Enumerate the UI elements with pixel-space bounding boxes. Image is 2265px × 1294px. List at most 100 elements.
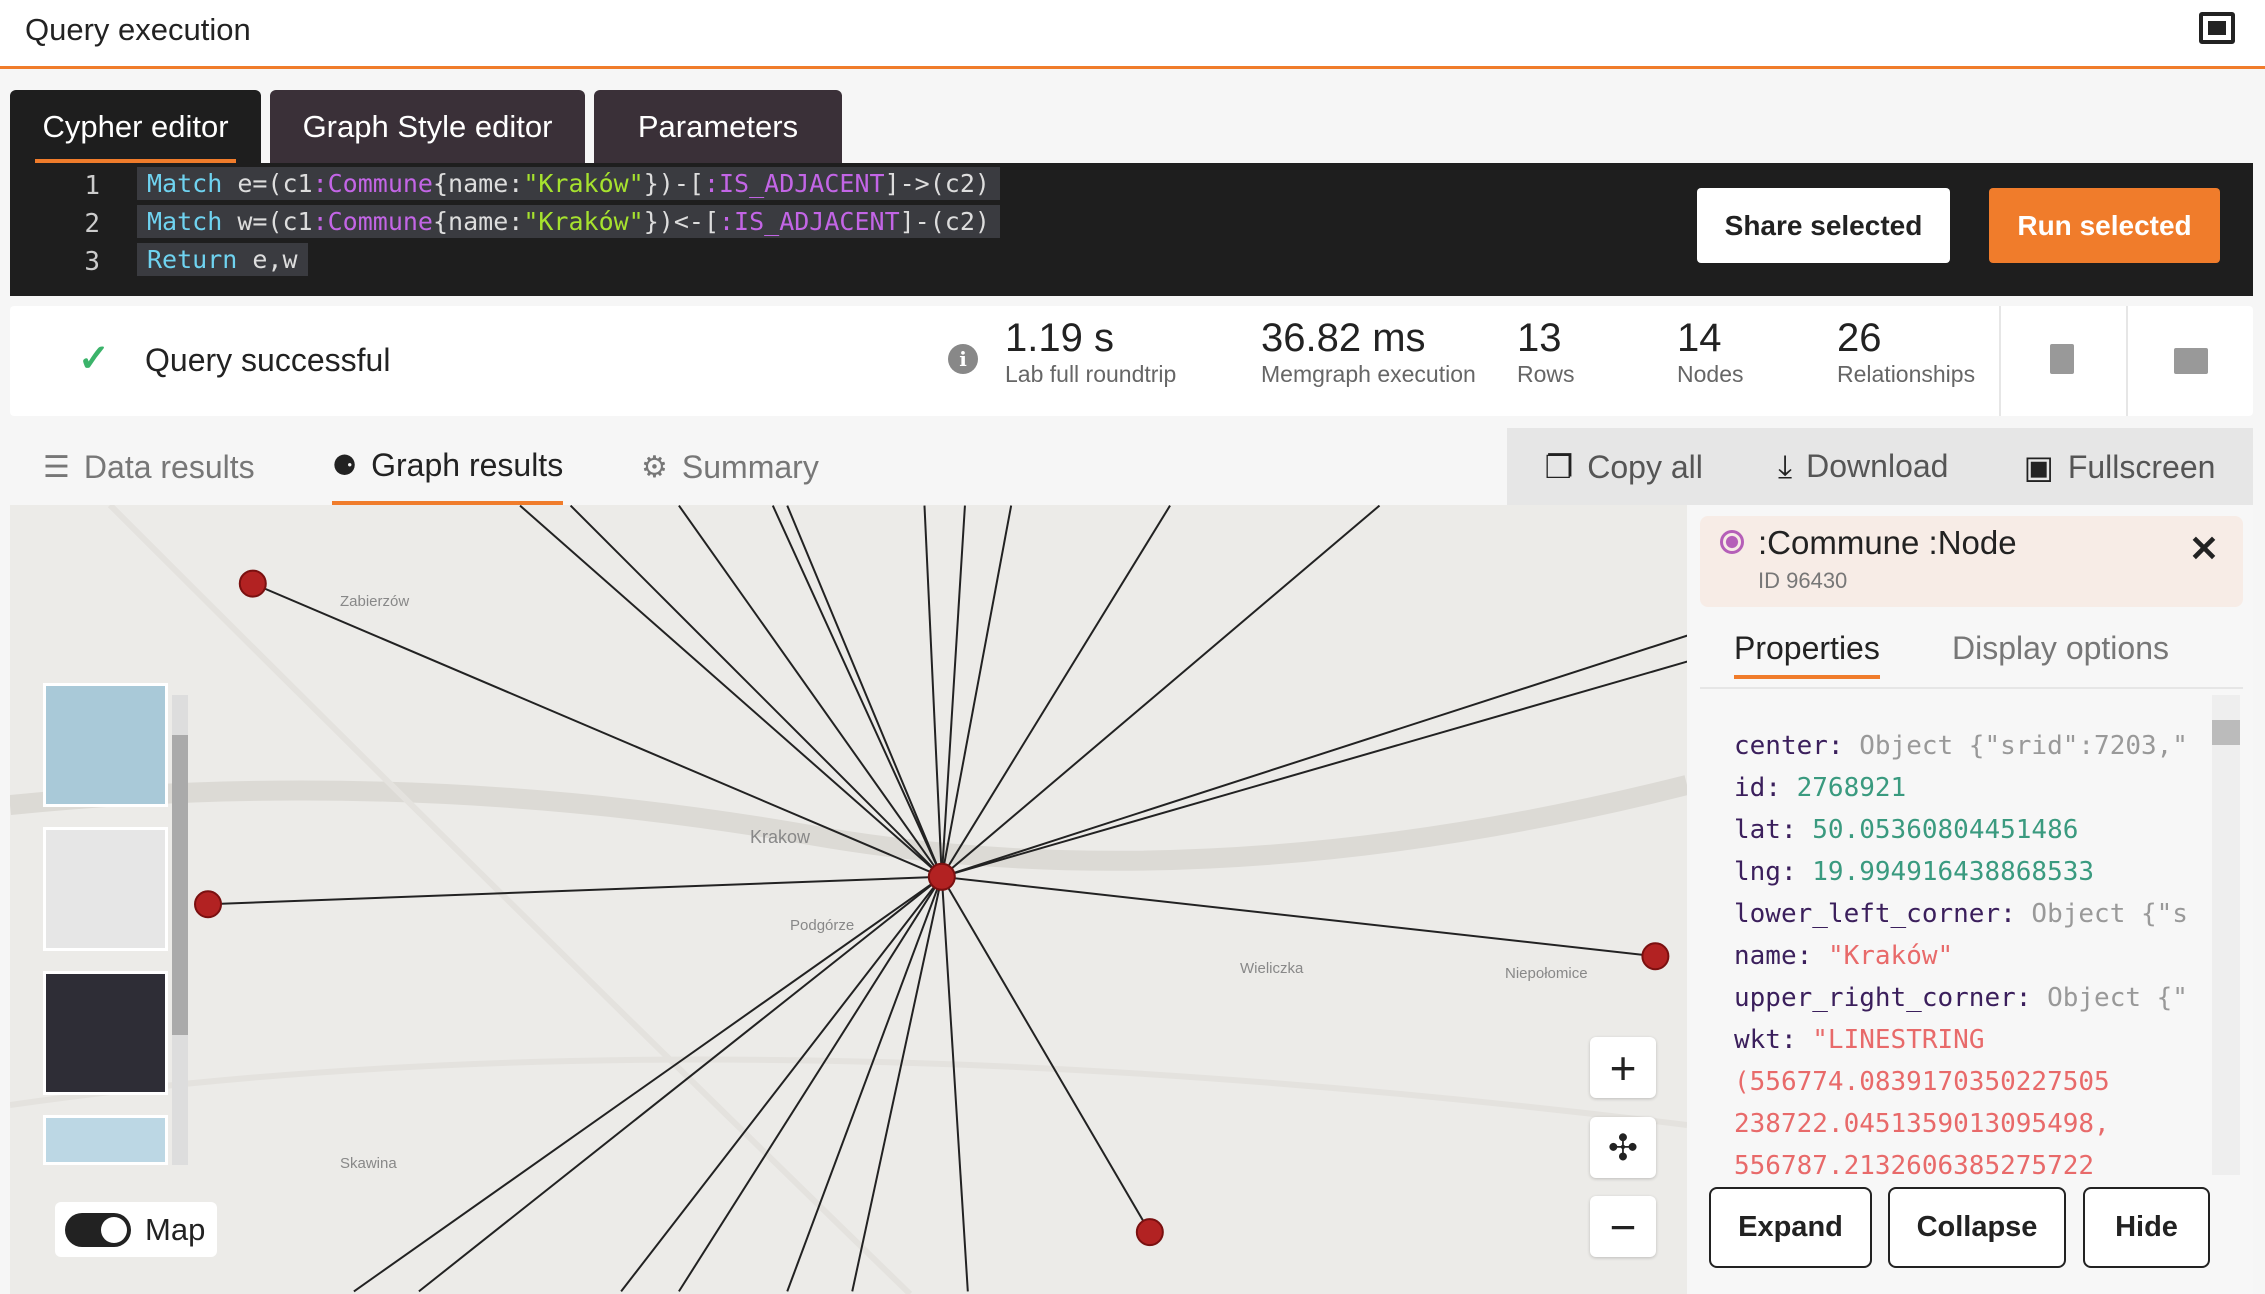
layer-scrollbar[interactable] [172, 695, 188, 1165]
graph-node[interactable] [194, 890, 223, 919]
relationship-edge[interactable] [940, 505, 966, 877]
tab-label: Summary [681, 449, 819, 485]
zoom-out-button[interactable]: − [1590, 1196, 1656, 1257]
code-token: Return [147, 245, 238, 274]
property-key: lower_left_corner [1734, 899, 2001, 929]
relationship-edge[interactable] [923, 505, 943, 877]
map-label: Zabierzów [340, 593, 410, 610]
property-value: "LINESTRING [1812, 1025, 1985, 1055]
property-row: id: 2768921 [1734, 773, 1907, 803]
graph-svg[interactable] [10, 505, 1687, 1294]
stat-roundtrip: 1.19 s Lab full roundtrip [1005, 316, 1176, 388]
tab-properties[interactable]: Properties [1734, 630, 1880, 679]
relationship-edge[interactable] [941, 634, 1687, 878]
layer-thumbnail-dark[interactable] [43, 971, 168, 1095]
property-row: name: "Kraków" [1734, 941, 1954, 971]
copy-all-button[interactable]: ❐ Copy all [1545, 448, 1703, 486]
relationship-edge[interactable] [940, 876, 969, 1292]
tab-summary[interactable]: ⚙ Summary [641, 430, 819, 505]
property-value: Object {"srid":7203," [1859, 731, 2188, 761]
zoom-in-button[interactable]: + [1590, 1037, 1656, 1098]
code-token: Match [147, 169, 223, 198]
layer-thumbnail-terrain[interactable] [43, 683, 168, 807]
graph-node[interactable] [1135, 1218, 1164, 1247]
fullscreen-button[interactable]: ▣ Fullscreen [2024, 448, 2216, 486]
property-key: id [1734, 773, 1766, 803]
button-label: Fullscreen [2067, 448, 2216, 485]
code-line-2[interactable]: Match w=(c1:Commune{name:"Kraków"})<-[:I… [137, 205, 1000, 238]
map-label: Wieliczka [1240, 960, 1304, 977]
relationship-edge[interactable] [771, 505, 943, 878]
relationship-edge[interactable] [620, 876, 943, 1292]
tab-cypher-editor[interactable]: Cypher editor [10, 90, 261, 163]
code-token: ]-(c2) [899, 207, 990, 236]
page-title: Query execution [25, 12, 251, 47]
code-line-1[interactable]: Match e=(c1:Commune{name:"Kraków"})-[:IS… [137, 167, 1000, 200]
share-selected-button[interactable]: Share selected [1697, 188, 1950, 263]
results-toolbar: ❐ Copy all ⤓ Download ▣ Fullscreen [1507, 428, 2253, 505]
tab-label: Data results [83, 449, 255, 485]
properties-scrollbar[interactable] [2212, 695, 2240, 1175]
relationship-edge[interactable] [851, 876, 943, 1292]
download-button[interactable]: ⤓ Download [1778, 448, 1948, 486]
divider [1999, 306, 2001, 416]
code-token: })-[ [643, 169, 704, 198]
info-icon[interactable]: i [948, 344, 978, 374]
map-label: Krakow [750, 827, 811, 847]
layer-thumbnail-water[interactable] [43, 1115, 168, 1165]
cypher-editor[interactable]: 1 Match e=(c1:Commune{name:"Kraków"})-[:… [10, 163, 2253, 296]
hide-button[interactable]: Hide [2083, 1187, 2210, 1268]
relationship-edge[interactable] [941, 875, 1656, 958]
stat-value: 1.19 s [1005, 316, 1114, 360]
close-icon[interactable]: ✕ [2189, 528, 2219, 570]
relationship-edge[interactable] [207, 875, 942, 906]
relationship-edge[interactable] [941, 505, 1381, 878]
run-selected-button[interactable]: Run selected [1989, 188, 2220, 263]
property-value: 50.05360804451486 [1812, 815, 2079, 845]
tab-graph-style-editor[interactable]: Graph Style editor [270, 90, 585, 163]
tab-display-options[interactable]: Display options [1952, 630, 2169, 667]
tab-data-results[interactable]: ☰ Data results [43, 430, 255, 505]
query-status-bar: ✓ Query successful i 1.19 s Lab full roun… [10, 306, 2253, 416]
relationship-edge[interactable] [353, 875, 943, 1293]
node-id: ID 96430 [1758, 568, 1848, 593]
property-key: name [1734, 941, 1797, 971]
code-token: :Commune [312, 207, 433, 236]
stat-rows: 13 Rows [1517, 316, 1575, 388]
copy-icon[interactable] [2050, 344, 2074, 374]
graph-node[interactable] [238, 569, 267, 598]
tab-graph-results[interactable]: ⚈ Graph results [332, 430, 564, 505]
relationship-edge[interactable] [418, 876, 943, 1293]
folder-icon[interactable] [2174, 348, 2208, 374]
table-icon: ☰ [43, 451, 70, 484]
line-number: 1 [84, 171, 100, 201]
property-value: 2768921 [1796, 773, 1907, 803]
layer-thumbnail-light[interactable] [43, 827, 168, 951]
property-key: lng [1734, 857, 1781, 887]
property-row: lat: 50.05360804451486 [1734, 815, 2079, 845]
map-toggle[interactable]: Map [55, 1202, 217, 1257]
expand-button[interactable]: Expand [1709, 1187, 1872, 1268]
tab-label: Graph results [371, 447, 564, 483]
center-graph-button[interactable]: ✣ [1590, 1117, 1656, 1178]
stat-label: Rows [1517, 361, 1575, 387]
property-value-continued: 556787.2132606385275722 [1734, 1151, 2095, 1181]
code-line-3[interactable]: Return e,w [137, 243, 308, 276]
collapse-button[interactable]: Collapse [1888, 1187, 2066, 1268]
stat-label: Nodes [1677, 361, 1744, 387]
stat-nodes: 14 Nodes [1677, 316, 1743, 388]
property-row: upper_right_corner: Object {" [1734, 983, 2188, 1013]
relationship-edge[interactable] [940, 876, 1151, 1233]
fullscreen-icon[interactable] [2199, 12, 2235, 44]
property-key: wkt [1734, 1025, 1781, 1055]
stat-execution: 36.82 ms Memgraph execution [1261, 316, 1476, 388]
stat-relationships: 26 Relationships [1837, 316, 1975, 388]
gear-icon: ⚙ [641, 451, 668, 484]
graph-node[interactable] [1641, 942, 1670, 971]
graph-map-canvas[interactable]: Krakow Podgórze Zabierzów Wieliczka Niep… [10, 505, 1687, 1294]
code-token: e,w [237, 245, 298, 274]
toggle-switch[interactable] [65, 1212, 131, 1247]
divider [1700, 687, 2243, 689]
graph-node[interactable] [927, 862, 956, 891]
tab-parameters[interactable]: Parameters [594, 90, 842, 163]
